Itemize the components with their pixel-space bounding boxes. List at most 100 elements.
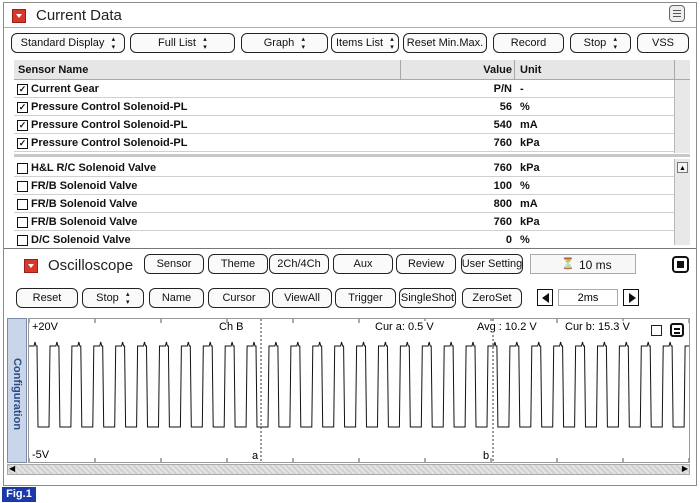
sensor-name: Pressure Control Solenoid-PL xyxy=(31,119,188,131)
sensor-name: FR/B Solenoid Valve xyxy=(31,216,138,228)
graph-button[interactable]: Graph ▴▾ xyxy=(241,33,328,53)
oscilloscope-plot[interactable]: +20V -5V Ch B Cur a: 0.5 V Avg : 10.2 V … xyxy=(28,318,690,463)
scope-stop-label: Stop xyxy=(96,292,119,304)
scope-stop-button[interactable]: Stop ▴▾ xyxy=(82,288,144,308)
sensor-unit: mA xyxy=(520,119,538,131)
scroll-right-icon[interactable]: ▶ xyxy=(682,464,688,473)
collapse-current-data-icon[interactable] xyxy=(12,9,26,23)
user-setting-button[interactable]: User Setting xyxy=(461,254,523,274)
plot-menu-icon[interactable] xyxy=(670,323,684,337)
scope-singleshot-button[interactable]: SingleShot xyxy=(399,288,456,308)
vss-button[interactable]: VSS xyxy=(637,33,689,53)
record-button[interactable]: Record xyxy=(493,33,564,53)
row-checkbox[interactable]: ✓ xyxy=(17,120,28,131)
sensor-unit: kPa xyxy=(520,137,540,149)
scale-top-label: +20V xyxy=(32,321,58,333)
table-row[interactable]: ✓ Pressure Control Solenoid-PL 540 mA xyxy=(14,116,674,134)
column-unit[interactable]: Unit xyxy=(520,60,541,80)
current-data-title: Current Data xyxy=(36,7,122,24)
table-row[interactable]: ✓ Current Gear P/N - xyxy=(14,80,674,98)
scope-name-label: Name xyxy=(161,292,192,304)
collapse-oscilloscope-icon[interactable] xyxy=(24,259,38,273)
full-list-updown-icon: ▴▾ xyxy=(200,35,208,51)
bottom-table-scrollbar[interactable]: ▲ xyxy=(674,159,690,245)
graph-label: Graph xyxy=(263,37,295,49)
scope-cursor-button[interactable]: Cursor xyxy=(208,288,270,308)
sensor-value: 800 xyxy=(493,198,512,210)
stop-updown-icon: ▴▾ xyxy=(611,35,619,51)
items-list-label: Items List xyxy=(335,37,384,49)
table-row[interactable]: ✓ Pressure Control Solenoid-PL 56% xyxy=(14,98,674,116)
row-checkbox[interactable]: ✓ xyxy=(17,84,28,95)
timebase-display: ⏳ 10 ms xyxy=(530,254,636,274)
table-row[interactable]: FR/B Solenoid Valve 800 mA xyxy=(14,195,674,213)
divider xyxy=(4,248,696,249)
sensor-name: D/C Solenoid Valve xyxy=(31,234,131,246)
table-row[interactable]: H&L R/C Solenoid Valve 760 kPa xyxy=(14,159,674,177)
sensor-unit: % xyxy=(520,180,530,192)
column-value[interactable]: Value xyxy=(400,60,512,80)
channel-label: Ch B xyxy=(219,321,244,333)
standard-display-label: Standard Display xyxy=(20,37,105,49)
scope-zeroset-button[interactable]: ZeroSet xyxy=(462,288,522,308)
sensor-name: Pressure Control Solenoid-PL xyxy=(31,101,188,113)
table-row[interactable]: FR/B Solenoid Valve 100% xyxy=(14,177,674,195)
cursor-b-marker: b xyxy=(483,450,490,462)
sensor-name: H&L R/C Solenoid Valve xyxy=(31,162,157,174)
menu-icon[interactable] xyxy=(669,5,685,22)
review-button[interactable]: Review xyxy=(396,254,456,274)
items-list-button[interactable]: Items List ▴▾ xyxy=(331,33,399,53)
full-list-button[interactable]: Full List ▴▾ xyxy=(130,33,235,53)
stop-square-icon[interactable] xyxy=(672,256,689,273)
record-label: Record xyxy=(510,37,547,49)
configuration-tab[interactable]: Configuration xyxy=(7,318,27,463)
horizontal-scrollbar[interactable]: ◀ ▶ xyxy=(7,464,690,475)
scope-reset-label: Reset xyxy=(32,292,62,304)
scope-trigger-button[interactable]: Trigger xyxy=(335,288,396,308)
waveform-trace xyxy=(29,341,689,428)
plot-option-checkbox[interactable] xyxy=(651,325,662,336)
table-row[interactable]: D/C Solenoid Valve 0% xyxy=(14,231,674,249)
top-table-scrollbar[interactable] xyxy=(674,80,690,153)
sensor-unit: kPa xyxy=(520,216,540,228)
scope-viewall-button[interactable]: ViewAll xyxy=(272,288,332,308)
oscilloscope-title: Oscilloscope xyxy=(48,257,134,274)
aux-button[interactable]: Aux xyxy=(333,254,393,274)
column-sensor-name[interactable]: Sensor Name xyxy=(18,60,88,80)
timebase-value: 10 ms xyxy=(579,258,612,272)
reset-min-max-label: Reset Min.Max. xyxy=(406,37,484,49)
vss-label: VSS xyxy=(651,37,674,49)
sensor-name: Pressure Control Solenoid-PL xyxy=(31,137,188,149)
row-checkbox[interactable] xyxy=(17,181,28,192)
scale-bottom-label: -5V xyxy=(32,449,50,461)
divider xyxy=(4,27,696,28)
row-checkbox[interactable]: ✓ xyxy=(17,102,28,113)
table-row[interactable]: FR/B Solenoid Valve 760 kPa xyxy=(14,213,674,231)
scroll-up-icon[interactable]: ▲ xyxy=(677,162,688,173)
table-row[interactable]: ✓ Pressure Control Solenoid-PL 760 kPa xyxy=(14,134,674,152)
sensor-button[interactable]: Sensor xyxy=(144,254,204,274)
stop-label: Stop xyxy=(583,37,607,49)
row-checkbox[interactable]: ✓ xyxy=(17,138,28,149)
full-list-label: Full List xyxy=(158,37,196,49)
stop-button[interactable]: Stop ▴▾ xyxy=(570,33,631,53)
2ch-4ch-button[interactable]: 2Ch/4Ch xyxy=(269,254,329,274)
reset-min-max-button[interactable]: Reset Min.Max. xyxy=(403,33,487,53)
sensor-value: 760 xyxy=(493,137,512,149)
sensor-unit: kPa xyxy=(520,162,540,174)
table-splitter[interactable] xyxy=(14,154,690,157)
row-checkbox[interactable] xyxy=(17,199,28,210)
standard-display-button[interactable]: Standard Display ▴▾ xyxy=(11,33,125,53)
sensor-table-header: Sensor Name Value Unit xyxy=(14,60,690,80)
scope-cursor-label: Cursor xyxy=(222,292,256,304)
row-checkbox[interactable] xyxy=(17,217,28,228)
scope-name-button[interactable]: Name xyxy=(149,288,204,308)
row-checkbox[interactable] xyxy=(17,163,28,174)
theme-button[interactable]: Theme xyxy=(208,254,268,274)
scroll-left-icon[interactable]: ◀ xyxy=(9,464,15,473)
time-increase-button[interactable] xyxy=(623,289,639,306)
row-checkbox[interactable] xyxy=(17,235,28,246)
standard-display-updown-icon: ▴▾ xyxy=(109,35,117,51)
scope-reset-button[interactable]: Reset xyxy=(16,288,78,308)
time-decrease-button[interactable] xyxy=(537,289,553,306)
